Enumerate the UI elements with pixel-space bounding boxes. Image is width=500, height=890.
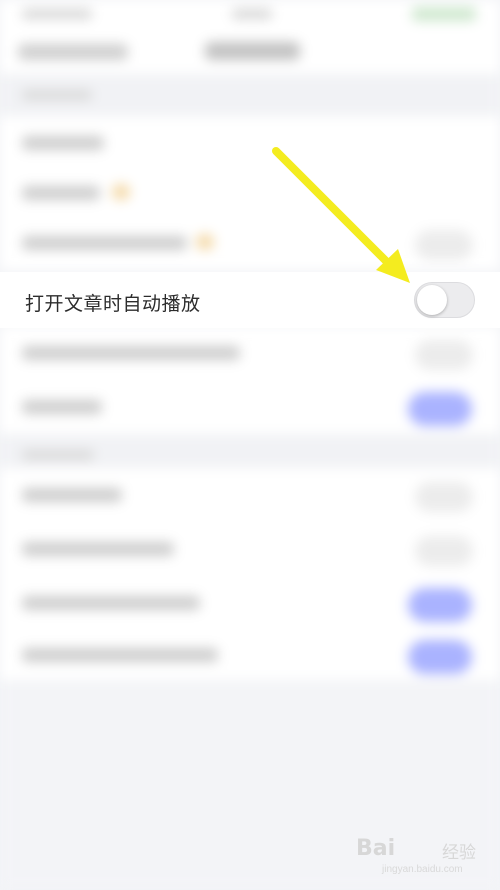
section-header — [0, 74, 500, 116]
watermark-url: jingyan.baidu.com — [382, 864, 463, 875]
badge-icon — [196, 234, 214, 250]
watermark-text: 经验 — [442, 843, 476, 862]
watermark-logo: Bai — [356, 836, 396, 861]
settings-row[interactable] — [0, 116, 500, 170]
toggle-switch[interactable] — [415, 230, 473, 260]
toggle-switch-on[interactable] — [408, 588, 472, 622]
autoplay-toggle-switch[interactable] — [414, 282, 475, 318]
nav-bar — [0, 30, 500, 74]
settings-row[interactable] — [0, 216, 500, 270]
status-bar — [0, 0, 500, 30]
settings-row[interactable] — [0, 522, 500, 576]
settings-row[interactable] — [0, 468, 500, 522]
settings-row[interactable] — [0, 326, 500, 380]
settings-row[interactable] — [0, 628, 500, 682]
back-button[interactable] — [18, 44, 128, 60]
toggle-knob — [417, 285, 447, 315]
baidu-jingyan-watermark: Bai 经验 jingyan.baidu.com — [356, 832, 486, 882]
settings-row[interactable] — [0, 166, 500, 220]
settings-row[interactable] — [0, 380, 500, 434]
toggle-switch-on[interactable] — [408, 392, 472, 426]
badge-icon — [112, 184, 130, 200]
page-title — [205, 42, 300, 60]
toggle-switch-on[interactable] — [408, 640, 472, 674]
toggle-switch[interactable] — [415, 536, 473, 566]
toggle-switch[interactable] — [415, 340, 473, 370]
settings-row[interactable] — [0, 576, 500, 630]
toggle-switch[interactable] — [415, 482, 473, 512]
autoplay-setting-label: 打开文章时自动播放 — [25, 294, 201, 315]
status-time — [232, 9, 272, 19]
status-carrier — [22, 9, 92, 19]
status-battery-icon — [412, 7, 476, 21]
